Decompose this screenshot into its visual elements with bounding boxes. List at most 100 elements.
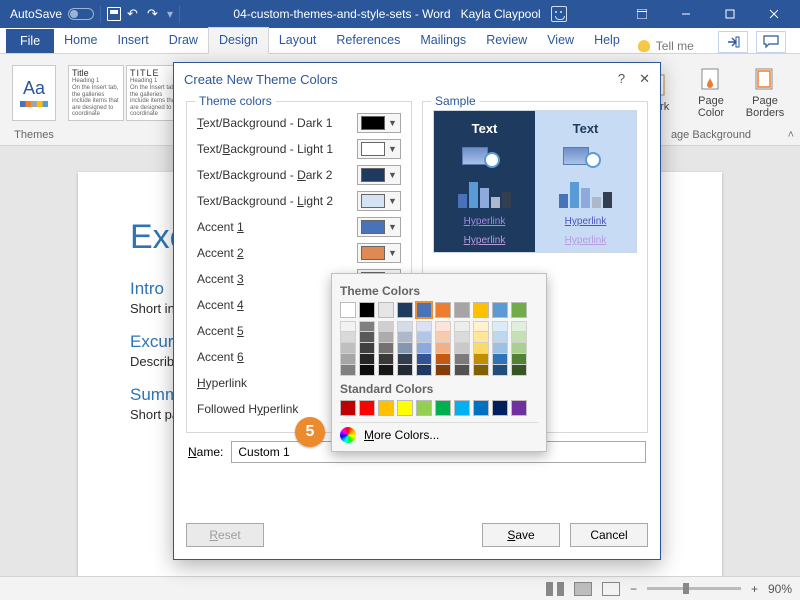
tab-mailings[interactable]: Mailings: [410, 28, 476, 53]
shade-color-cell[interactable]: [416, 332, 432, 343]
shade-color-cell[interactable]: [511, 332, 527, 343]
shade-color-cell[interactable]: [416, 321, 432, 332]
page-color-button[interactable]: Page Color: [688, 67, 734, 119]
tell-me-search[interactable]: Tell me: [638, 39, 694, 53]
read-mode-icon[interactable]: [546, 582, 564, 596]
qat-customize-icon[interactable]: ▾: [167, 7, 173, 21]
tab-draw[interactable]: Draw: [159, 28, 208, 53]
shade-color-cell[interactable]: [359, 354, 375, 365]
save-button[interactable]: Save: [482, 523, 560, 547]
shade-color-cell[interactable]: [378, 354, 394, 365]
tab-view[interactable]: View: [537, 28, 584, 53]
shade-color-cell[interactable]: [454, 365, 470, 376]
shade-color-cell[interactable]: [340, 343, 356, 354]
shade-color-cell[interactable]: [511, 343, 527, 354]
zoom-slider[interactable]: [647, 587, 741, 590]
minimize-button[interactable]: [664, 0, 708, 28]
shade-color-cell[interactable]: [473, 354, 489, 365]
standard-color-cell[interactable]: [454, 400, 470, 416]
shade-color-cell[interactable]: [492, 332, 508, 343]
web-layout-icon[interactable]: [602, 582, 620, 596]
shade-color-cell[interactable]: [416, 365, 432, 376]
theme-color-swatch-dark2[interactable]: ▼: [357, 165, 401, 185]
theme-color-cell[interactable]: [416, 302, 432, 318]
dialog-close-button[interactable]: ✕: [639, 71, 650, 87]
theme-color-swatch-dark1[interactable]: ▼: [357, 113, 401, 133]
dialog-help-button[interactable]: ?: [618, 71, 625, 87]
shade-color-cell[interactable]: [473, 332, 489, 343]
theme-color-cell[interactable]: [473, 302, 489, 318]
theme-color-cell[interactable]: [454, 302, 470, 318]
collapse-ribbon-icon[interactable]: ˄: [788, 129, 794, 141]
shade-color-cell[interactable]: [378, 321, 394, 332]
themes-button[interactable]: Aa: [12, 65, 56, 121]
shade-color-cell[interactable]: [359, 365, 375, 376]
theme-color-cell[interactable]: [492, 302, 508, 318]
print-layout-icon[interactable]: [574, 582, 592, 596]
shade-color-cell[interactable]: [359, 332, 375, 343]
shade-color-cell[interactable]: [397, 365, 413, 376]
redo-icon[interactable]: [147, 7, 161, 21]
theme-color-swatch-a1[interactable]: ▼: [357, 217, 401, 237]
autosave-toggle[interactable]: [68, 8, 94, 20]
standard-color-cell[interactable]: [416, 400, 432, 416]
shade-color-cell[interactable]: [435, 365, 451, 376]
shade-color-cell[interactable]: [397, 343, 413, 354]
standard-color-cell[interactable]: [473, 400, 489, 416]
shade-color-cell[interactable]: [454, 321, 470, 332]
theme-color-cell[interactable]: [511, 302, 527, 318]
theme-color-cell[interactable]: [435, 302, 451, 318]
shade-color-cell[interactable]: [473, 365, 489, 376]
theme-color-cell[interactable]: [340, 302, 356, 318]
standard-color-cell[interactable]: [359, 400, 375, 416]
more-colors-item[interactable]: More Colors...: [340, 422, 538, 445]
zoom-out-button[interactable]: −: [630, 582, 637, 596]
shade-color-cell[interactable]: [340, 321, 356, 332]
shade-color-cell[interactable]: [378, 332, 394, 343]
shade-color-cell[interactable]: [435, 354, 451, 365]
undo-icon[interactable]: [127, 7, 141, 21]
standard-color-cell[interactable]: [340, 400, 356, 416]
user-avatar-icon[interactable]: [551, 6, 567, 22]
maximize-button[interactable]: [708, 0, 752, 28]
shade-color-cell[interactable]: [492, 321, 508, 332]
theme-color-cell[interactable]: [397, 302, 413, 318]
ribbon-display-button[interactable]: [620, 0, 664, 28]
theme-color-cell[interactable]: [378, 302, 394, 318]
tab-layout[interactable]: Layout: [269, 28, 327, 53]
shade-color-cell[interactable]: [397, 354, 413, 365]
shade-color-cell[interactable]: [454, 343, 470, 354]
save-icon[interactable]: [107, 7, 121, 21]
shade-color-cell[interactable]: [416, 343, 432, 354]
shade-color-cell[interactable]: [454, 332, 470, 343]
shade-color-cell[interactable]: [397, 332, 413, 343]
tab-design[interactable]: Design: [208, 27, 269, 54]
shade-color-cell[interactable]: [378, 365, 394, 376]
zoom-in-button[interactable]: +: [751, 582, 758, 596]
standard-color-cell[interactable]: [492, 400, 508, 416]
shade-color-cell[interactable]: [435, 343, 451, 354]
shade-color-cell[interactable]: [435, 321, 451, 332]
tab-insert[interactable]: Insert: [108, 28, 159, 53]
tab-home[interactable]: Home: [54, 28, 107, 53]
standard-color-cell[interactable]: [397, 400, 413, 416]
tab-references[interactable]: References: [326, 28, 410, 53]
comments-button[interactable]: [756, 31, 786, 53]
standard-color-cell[interactable]: [435, 400, 451, 416]
page-borders-button[interactable]: Page Borders: [742, 67, 788, 119]
standard-color-cell[interactable]: [378, 400, 394, 416]
shade-color-cell[interactable]: [378, 343, 394, 354]
tab-help[interactable]: Help: [584, 28, 630, 53]
theme-color-swatch-a2[interactable]: ▼: [357, 243, 401, 263]
shade-color-cell[interactable]: [359, 321, 375, 332]
shade-color-cell[interactable]: [416, 354, 432, 365]
theme-color-swatch-light1[interactable]: ▼: [357, 139, 401, 159]
tab-review[interactable]: Review: [476, 28, 537, 53]
style-set-gallery[interactable]: TitleHeading 1On the Insert tab, the gal…: [68, 65, 182, 121]
shade-color-cell[interactable]: [359, 343, 375, 354]
cancel-button[interactable]: Cancel: [570, 523, 648, 547]
shade-color-cell[interactable]: [340, 365, 356, 376]
shade-color-cell[interactable]: [397, 321, 413, 332]
shade-color-cell[interactable]: [340, 354, 356, 365]
shade-color-cell[interactable]: [473, 343, 489, 354]
